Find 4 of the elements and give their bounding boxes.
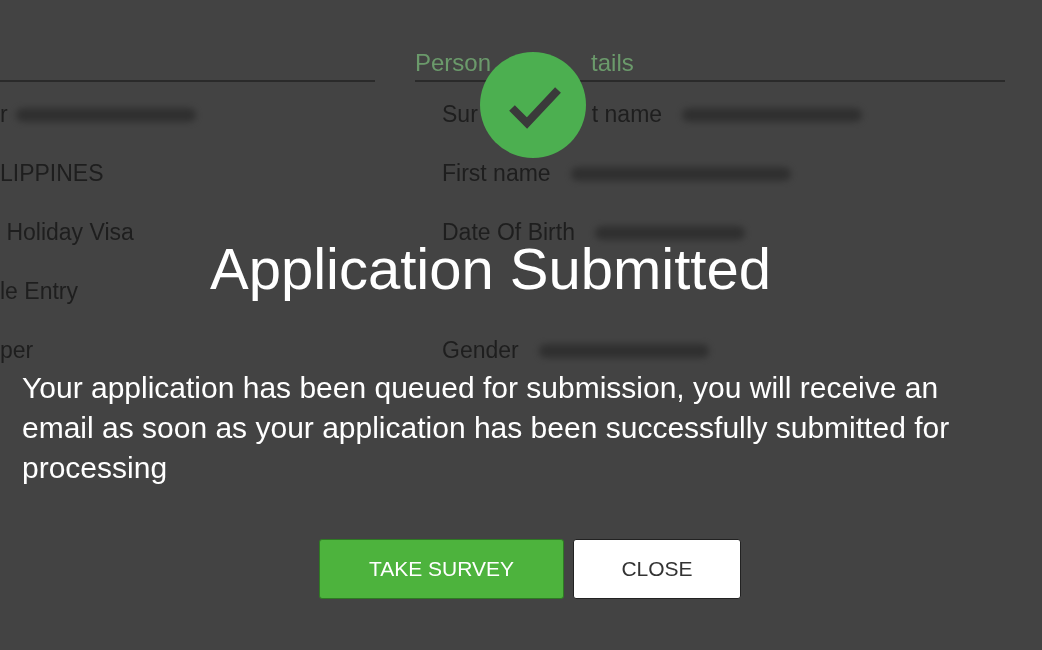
dialog-message: Your application has been queued for submission, you will receive an email as soon as your application has been successfully submitted for processing xyxy=(22,370,951,486)
section-heading: Person xyxy=(415,51,492,75)
close-button[interactable]: CLOSE xyxy=(573,539,741,599)
section-heading: tails xyxy=(591,51,634,75)
